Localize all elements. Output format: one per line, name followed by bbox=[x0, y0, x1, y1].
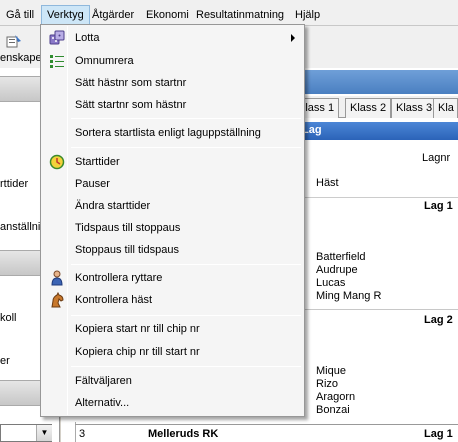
tab-klass-2[interactable]: Klass 2 bbox=[345, 98, 392, 118]
menu-separator bbox=[71, 264, 301, 265]
menu-item-tidspaus[interactable]: Tidspaus till stoppaus bbox=[43, 217, 302, 239]
menu-item-faltvaljaren[interactable]: Fältväljaren bbox=[43, 370, 302, 392]
rider-icon bbox=[51, 270, 63, 286]
team-1-horse: Batterfield bbox=[316, 251, 366, 263]
menubar: Gå till Verktyg Åtgärder Ekonomi Resulta… bbox=[0, 0, 458, 26]
verktyg-menu: Lotta Omnumrera Sätt hästnr som startnr … bbox=[40, 24, 305, 417]
menu-item-starttider[interactable]: Starttider bbox=[43, 151, 302, 173]
menu-item-pauser[interactable]: Pauser bbox=[43, 173, 302, 195]
menu-hjalp[interactable]: Hjälp bbox=[295, 9, 320, 21]
team-2-horse: Bonzai bbox=[316, 404, 350, 416]
tab-klass-4[interactable]: Kla bbox=[433, 98, 458, 118]
column-hast[interactable]: Häst bbox=[316, 177, 339, 189]
menu-item-satt-startnr[interactable]: Sätt startnr som hästnr bbox=[43, 94, 302, 116]
menu-item-label: Kontrollera häst bbox=[75, 294, 153, 306]
menu-item-label: Fältväljaren bbox=[75, 375, 132, 387]
menu-separator bbox=[71, 147, 301, 148]
numbered-list-icon bbox=[50, 55, 64, 68]
table-row[interactable]: 3 Melleruds RK Lag 1 bbox=[75, 424, 458, 442]
properties-label: enskaper bbox=[0, 52, 46, 64]
row-club: Melleruds RK bbox=[148, 428, 219, 440]
menu-item-sortera[interactable]: Sortera startlista enligt laguppställnin… bbox=[43, 122, 302, 144]
team-1-horse: Ming Mang R bbox=[316, 290, 382, 302]
menu-item-kontrollera-hast[interactable]: Kontrollera häst bbox=[43, 289, 302, 311]
team-2-horse: Rizo bbox=[316, 378, 339, 390]
menu-item-label: Alternativ... bbox=[75, 397, 130, 409]
menu-separator bbox=[71, 366, 301, 367]
left-item-installningar[interactable]: anställnir bbox=[0, 221, 44, 233]
menu-item-label: Pauser bbox=[75, 178, 110, 190]
menu-item-label: Tidspaus till stoppaus bbox=[75, 222, 181, 234]
menu-item-label: Starttider bbox=[75, 156, 120, 168]
team-1-horse: Lucas bbox=[316, 277, 346, 289]
menu-item-label: Sortera startlista enligt laguppställnin… bbox=[75, 127, 261, 139]
tab-klass-3[interactable]: Klass 3 bbox=[391, 98, 438, 118]
menu-item-label: Ändra starttider bbox=[75, 200, 151, 212]
team-2-horse: Aragorn bbox=[316, 391, 356, 403]
menu-resultatinmatning[interactable]: Resultatinmatning bbox=[196, 9, 284, 21]
submenu-arrow-icon bbox=[291, 34, 295, 42]
row-lag: Lag 1 bbox=[424, 428, 453, 440]
column-lagnr[interactable]: Lagnr bbox=[422, 152, 450, 164]
menu-ekonomi[interactable]: Ekonomi bbox=[146, 9, 189, 21]
menu-item-omnumrera[interactable]: Omnumrera bbox=[43, 50, 302, 72]
menu-item-kopiera-chip-start[interactable]: Kopiera chip nr till start nr bbox=[43, 341, 302, 363]
chevron-down-icon[interactable]: ▼ bbox=[36, 425, 52, 441]
dice-icon bbox=[49, 30, 65, 45]
properties-button[interactable]: enskaper bbox=[0, 32, 45, 66]
team-2-horse: Mique bbox=[316, 365, 346, 377]
team-1-horse: Audrupe bbox=[316, 264, 358, 276]
menu-item-kontrollera-ryttare[interactable]: Kontrollera ryttare bbox=[43, 267, 302, 289]
menu-ga-till[interactable]: Gå till bbox=[6, 9, 34, 21]
class-combo[interactable]: ▼ bbox=[0, 424, 52, 442]
menu-item-stoppaus[interactable]: Stoppaus till tidspaus bbox=[43, 239, 302, 261]
menu-item-label: Sätt startnr som hästnr bbox=[75, 99, 187, 111]
menu-item-lotta[interactable]: Lotta bbox=[43, 27, 302, 49]
menu-item-label: Kopiera start nr till chip nr bbox=[75, 323, 200, 335]
menu-item-label: Omnumrera bbox=[75, 55, 134, 67]
horse-icon bbox=[51, 292, 64, 308]
menu-item-label: Lotta bbox=[75, 32, 100, 44]
left-item-starttider[interactable]: rttider bbox=[0, 178, 28, 190]
team-2-label: Lag 2 bbox=[424, 314, 453, 326]
menu-item-satt-hastnr[interactable]: Sätt hästnr som startnr bbox=[43, 72, 302, 94]
menu-item-label: Sätt hästnr som startnr bbox=[75, 77, 187, 89]
menu-item-andra-starttider[interactable]: Ändra starttider bbox=[43, 195, 302, 217]
row-number: 3 bbox=[79, 428, 86, 440]
menu-separator bbox=[71, 118, 301, 119]
properties-icon bbox=[6, 35, 21, 48]
menu-item-alternativ[interactable]: Alternativ... bbox=[43, 392, 302, 414]
menu-verktyg[interactable]: Verktyg bbox=[41, 5, 90, 24]
left-item-er[interactable]: er bbox=[0, 355, 10, 367]
menu-separator bbox=[71, 315, 301, 316]
team-1-label: Lag 1 bbox=[424, 200, 453, 212]
menu-atgarder[interactable]: Åtgärder bbox=[92, 9, 134, 21]
menu-item-kopiera-start-chip[interactable]: Kopiera start nr till chip nr bbox=[43, 318, 302, 340]
menu-item-label: Kopiera chip nr till start nr bbox=[75, 346, 200, 358]
clock-icon bbox=[49, 154, 65, 170]
left-item-kontroll[interactable]: koll bbox=[0, 312, 17, 324]
menu-item-label: Stoppaus till tidspaus bbox=[75, 244, 179, 256]
menu-item-label: Kontrollera ryttare bbox=[75, 272, 163, 284]
